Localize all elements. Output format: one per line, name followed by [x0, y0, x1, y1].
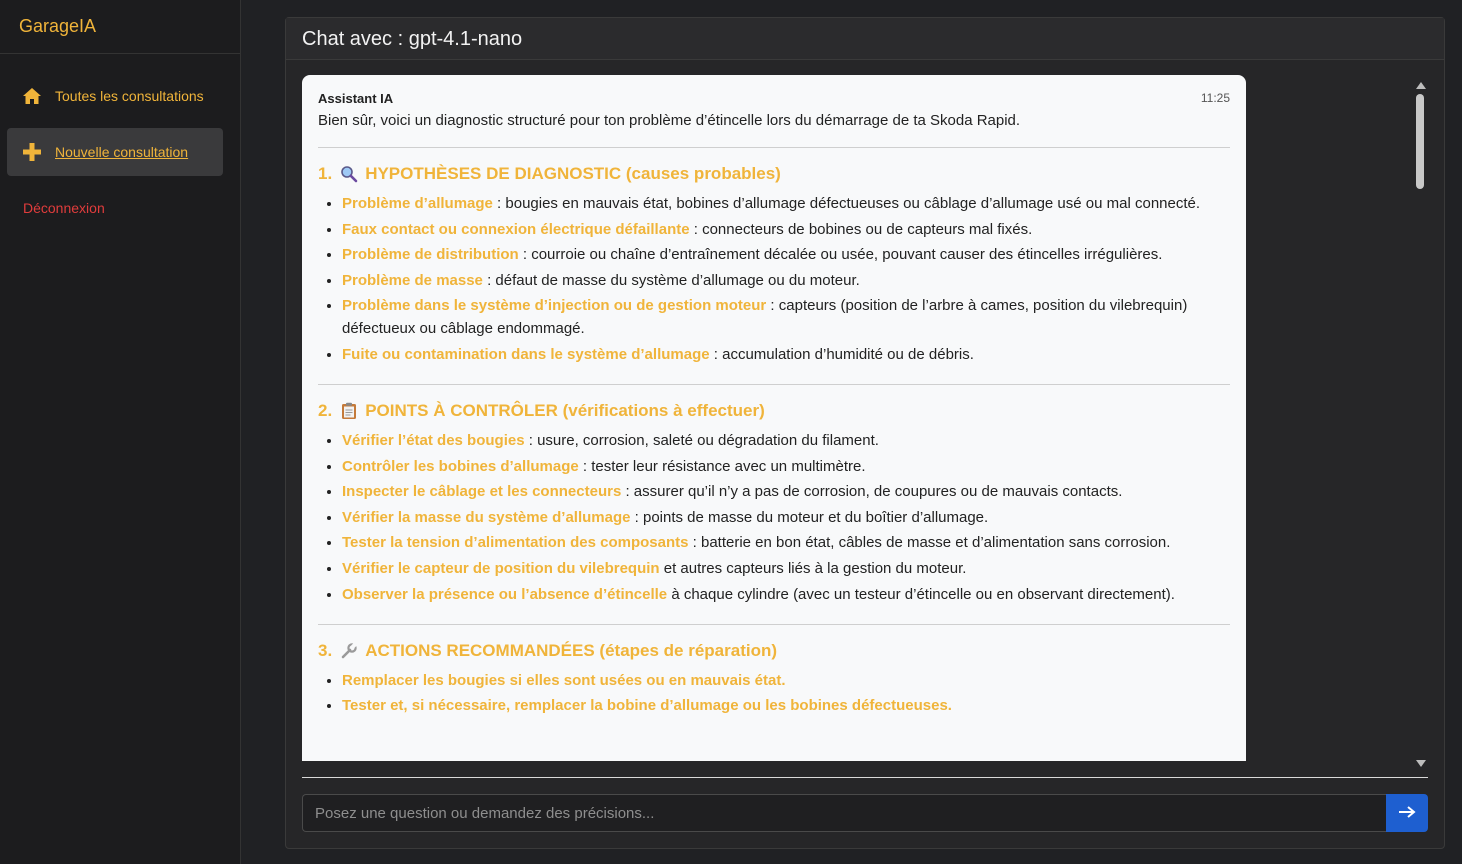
list-item: Problème dans le système d’injection ou …	[342, 294, 1230, 340]
list-item-label: Inspecter le câblage et les connecteurs	[342, 483, 622, 501]
chat-messages[interactable]: Assistant IA 11:25 Bien sûr, voici un di…	[302, 75, 1430, 761]
section-list: Remplacer les bougies si elles sont usée…	[318, 669, 1230, 718]
section-divider	[318, 623, 1230, 625]
list-item-text: : points de masse du moteur et du boîtie…	[630, 508, 989, 526]
list-item: Tester la tension d’alimentation des com…	[342, 531, 1230, 554]
list-item-text: : connecteurs de bobines ou de capteurs …	[689, 220, 1033, 238]
chat-panel: Chat avec : gpt-4.1-nano Assistant IA 11…	[285, 17, 1445, 849]
message-composer	[302, 794, 1428, 832]
list-item: Faux contact ou connexion électrique déf…	[342, 218, 1230, 241]
list-item-label: Vérifier la masse du système d’allumage	[342, 508, 631, 526]
scroll-down-arrow-icon[interactable]	[1416, 760, 1426, 767]
list-item: Vérifier la masse du système d’allumage …	[342, 506, 1230, 529]
plus-icon	[22, 142, 42, 162]
section-number: 1.	[318, 164, 333, 183]
list-item-text: : courroie ou chaîne d’entraînement déca…	[518, 246, 1163, 264]
home-icon	[22, 86, 42, 106]
list-item-text: à chaque cylindre (avec un testeur d’éti…	[667, 585, 1175, 603]
scrollbar-thumb[interactable]	[1416, 94, 1424, 189]
section-divider	[318, 383, 1230, 385]
list-item-label: Faux contact ou connexion électrique déf…	[342, 220, 690, 238]
section-list: Vérifier l’état des bougies : usure, cor…	[318, 429, 1230, 606]
list-item-text: : assurer qu’il n’y a pas de corrosion, …	[621, 483, 1123, 501]
message-timestamp: 11:25	[1200, 91, 1230, 105]
list-item: Vérifier l’état des bougies : usure, cor…	[342, 429, 1230, 452]
section-title-text: ACTIONS RECOMMANDÉES (étapes de réparati…	[365, 640, 778, 660]
list-item-label: Fuite ou contamination dans le système d…	[342, 345, 710, 363]
section-number: 3.	[318, 640, 333, 660]
scroll-up-arrow-icon[interactable]	[1416, 82, 1426, 89]
question-input[interactable]	[302, 794, 1386, 832]
list-item: Problème d’allumage : bougies en mauvais…	[342, 192, 1230, 215]
list-item-label: Vérifier le capteur de position du vileb…	[342, 559, 660, 577]
section-divider	[318, 147, 1230, 148]
list-item-label: Problème de masse	[342, 271, 483, 289]
list-item-label: Problème de distribution	[342, 246, 519, 264]
list-item-label: Problème dans le système d’injection ou …	[342, 297, 767, 315]
section-title: 1. HYPOTHÈSES DE DIAGNOSTIC (causes proba…	[318, 164, 1230, 184]
message-intro: Bien sûr, voici un diagnostic structuré …	[318, 112, 1021, 129]
brand-logo[interactable]: GarageIA	[0, 0, 240, 54]
magnifier-icon	[339, 165, 359, 183]
list-item: Problème de distribution : courroie ou c…	[342, 243, 1230, 266]
section-title: 3. ACTIONS RECOMMANDÉES (étapes de répara…	[318, 641, 1230, 661]
section-list: Problème d’allumage : bougies en mauvais…	[318, 192, 1230, 366]
sidebar-nav: Toutes les consultations Nouvelle consul…	[0, 54, 240, 228]
chat-title: Chat avec : gpt-4.1-nano	[286, 18, 1444, 60]
chat-scrollbar[interactable]	[1413, 77, 1427, 767]
list-item-label: Observer la présence ou l’absence d’étin…	[342, 585, 668, 603]
list-item-label: Vérifier l’état des bougies	[342, 431, 525, 449]
list-item-label: Remplacer les bougies si elles sont usée…	[342, 671, 786, 689]
sidebar: GarageIA Toutes les consultations Nouvel…	[0, 0, 241, 864]
list-item: Problème de masse : défaut de masse du s…	[342, 269, 1230, 292]
list-item-text: : bougies en mauvais état, bobines d’all…	[492, 195, 1201, 212]
message-sections: 1. HYPOTHÈSES DE DIAGNOSTIC (causes proba…	[318, 147, 1230, 717]
arrow-right-icon	[1398, 805, 1416, 821]
list-item-text: : tester leur résistance avec un multimè…	[578, 457, 866, 475]
list-item-label: Problème d’allumage	[342, 195, 493, 212]
section-title: 2. POINTS À CONTRÔLER (vérifications à ef…	[318, 401, 1230, 421]
section-number: 2.	[318, 400, 333, 420]
section-title-text: HYPOTHÈSES DE DIAGNOSTIC (causes probabl…	[365, 164, 781, 183]
list-item-text: : défaut de masse du système d’allumage …	[482, 271, 860, 289]
list-item-text: : usure, corrosion, saleté ou dégradatio…	[524, 431, 879, 449]
send-button[interactable]	[1386, 794, 1428, 832]
clipboard-icon	[339, 402, 359, 420]
list-item: Remplacer les bougies si elles sont usée…	[342, 669, 1230, 692]
list-item: Observer la présence ou l’absence d’étin…	[342, 583, 1230, 606]
input-divider	[302, 777, 1428, 778]
sidebar-item-new-consultation[interactable]: Nouvelle consultation	[7, 128, 223, 176]
list-item: Inspecter le câblage et les connecteurs …	[342, 480, 1230, 503]
list-item: Fuite ou contamination dans le système d…	[342, 343, 1230, 366]
message-author: Assistant IA	[318, 91, 394, 106]
sidebar-item-all-consultations[interactable]: Toutes les consultations	[7, 72, 223, 120]
list-item-label: Tester et, si nécessaire, remplacer la b…	[342, 697, 952, 715]
list-item: Contrôler les bobines d’allumage : teste…	[342, 455, 1230, 478]
list-item-label: Tester la tension d’alimentation des com…	[342, 534, 689, 552]
list-item-text: : batterie en bon état, câbles de masse …	[688, 534, 1171, 552]
section-title-text: POINTS À CONTRÔLER (vérifications à effe…	[365, 400, 765, 420]
list-item-label: Contrôler les bobines d’allumage	[342, 457, 579, 475]
list-item-text: et autres capteurs liés à la gestion du …	[659, 559, 967, 577]
sidebar-item-label: Nouvelle consultation	[55, 144, 189, 160]
sidebar-item-label: Toutes les consultations	[55, 88, 204, 104]
list-item-text: : accumulation d’humidité ou de débris.	[709, 345, 974, 363]
logout-link[interactable]: Déconnexion	[23, 188, 240, 228]
message-header: Assistant IA 11:25	[318, 91, 1230, 106]
list-item: Vérifier le capteur de position du vileb…	[342, 557, 1230, 580]
assistant-message: Assistant IA 11:25 Bien sûr, voici un di…	[302, 75, 1246, 761]
wrench-icon	[339, 642, 359, 660]
list-item: Tester et, si nécessaire, remplacer la b…	[342, 694, 1230, 717]
